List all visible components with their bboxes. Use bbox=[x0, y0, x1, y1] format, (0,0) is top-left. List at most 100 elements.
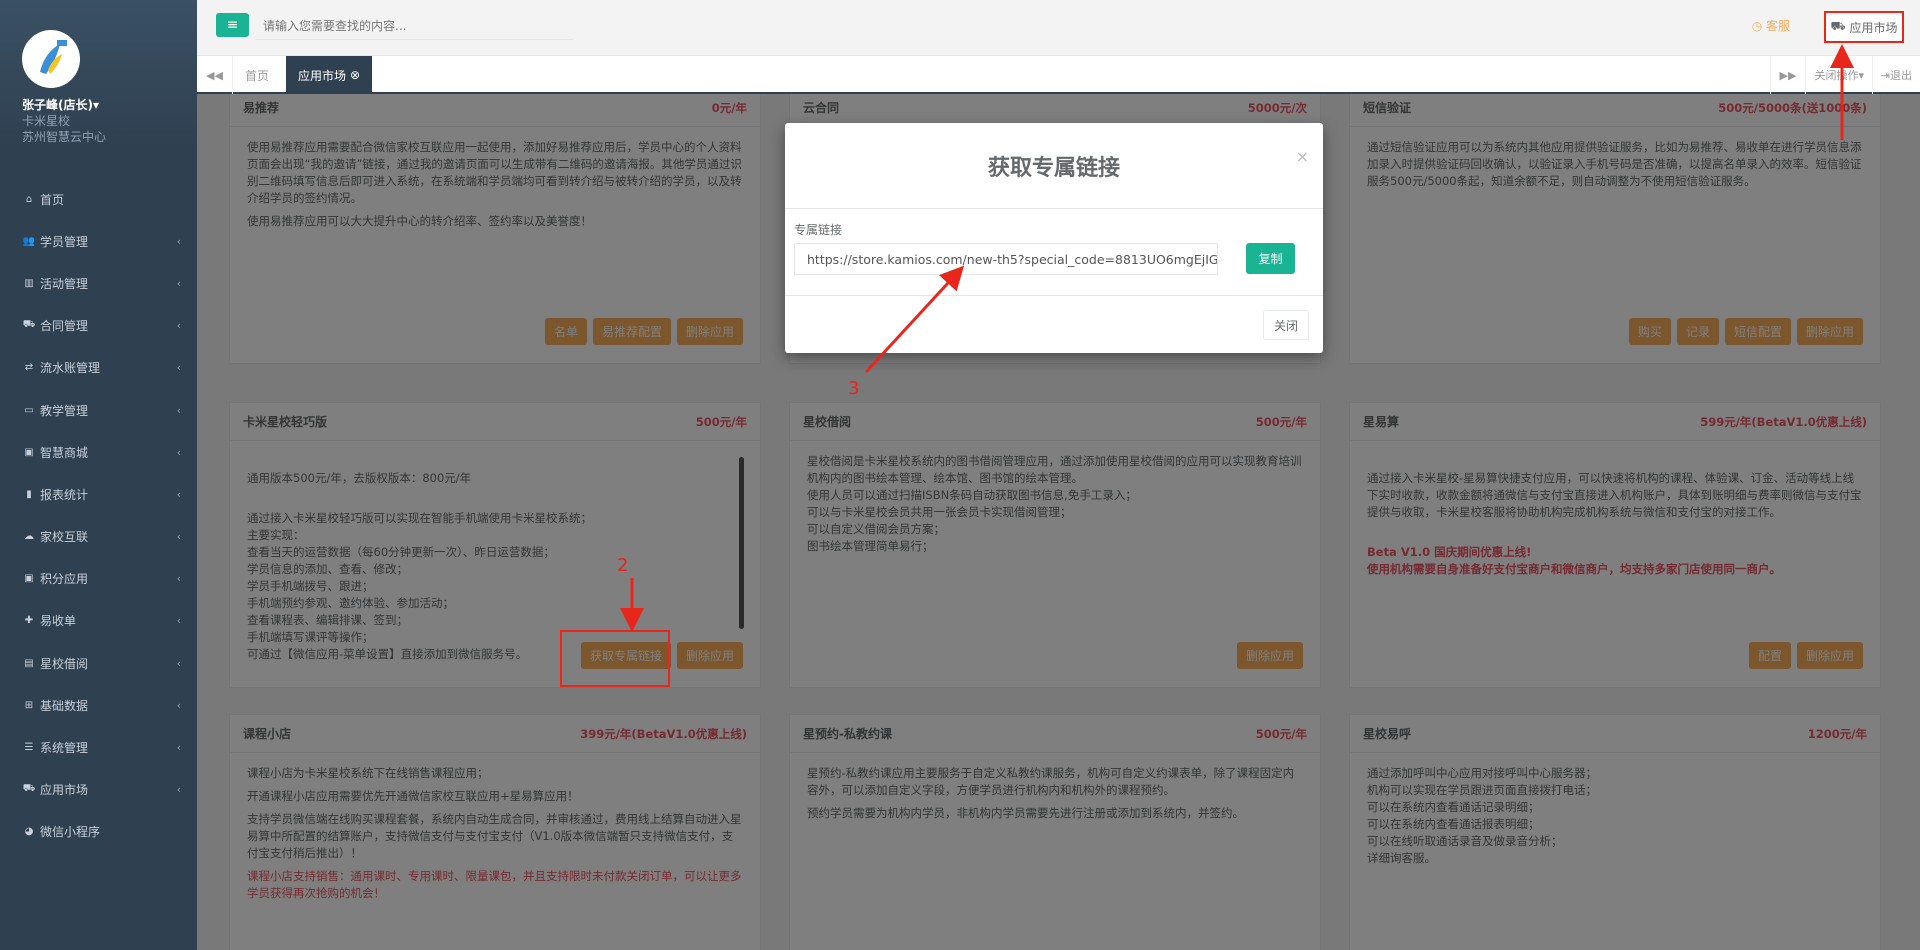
close-tab-icon[interactable]: ⊗ bbox=[350, 68, 360, 82]
user-plus-icon: ✚ bbox=[24, 615, 34, 627]
link-field[interactable]: https://store.kamios.com/new-th5?special… bbox=[794, 243, 1218, 275]
sidebar-item-label: 流水账管理 bbox=[40, 361, 101, 376]
sidebar-item-label: 应用市场 bbox=[40, 783, 89, 798]
app-market-link[interactable]: ⛟ 应用市场 bbox=[1824, 11, 1904, 43]
inbox-icon: ▣ bbox=[24, 573, 34, 585]
sidebar-item-label: 活动管理 bbox=[40, 276, 89, 291]
profile-panel: 张子峰(店长)▾ 卡米星校 苏州智慧云中心 bbox=[0, 0, 197, 150]
copy-button[interactable]: 复制 bbox=[1246, 243, 1295, 274]
tab-label: 应用市场 bbox=[298, 68, 347, 83]
sidebar-item-library[interactable]: ▤ 星校借阅 ‹ bbox=[0, 642, 197, 684]
tab-label: 首页 bbox=[245, 68, 270, 83]
sidebar-item-home-school[interactable]: ☁ 家校互联 ‹ bbox=[0, 516, 197, 558]
sidebar-item-label: 合同管理 bbox=[40, 319, 89, 334]
sidebar-item-label: 教学管理 bbox=[40, 403, 89, 418]
modal-footer bbox=[785, 295, 1323, 296]
sitemap-icon: ⊞ bbox=[24, 699, 34, 711]
wechat-icon: ◕ bbox=[24, 826, 34, 838]
forward-icon: ▶▶ bbox=[1779, 68, 1797, 82]
sidebar-item-label: 学员管理 bbox=[40, 234, 89, 249]
sidebar-item-label: 首页 bbox=[40, 192, 65, 207]
sidebar-item-base-data[interactable]: ⊞ 基础数据 ‹ bbox=[0, 684, 197, 726]
link-label: 专属链接 bbox=[794, 223, 843, 237]
backward-icon: ◀◀ bbox=[206, 68, 223, 82]
cart-icon: ⛟ bbox=[22, 319, 36, 331]
chevron-left-icon: ‹ bbox=[176, 361, 181, 375]
avatar[interactable] bbox=[22, 30, 80, 88]
menu-toggle-button[interactable]: ≡ bbox=[216, 13, 249, 37]
tab-scroll-right-button[interactable]: ▶▶ bbox=[1770, 56, 1806, 94]
clock-icon: ◷ bbox=[1751, 19, 1766, 33]
sidebar-item-label: 系统管理 bbox=[40, 741, 89, 756]
close-icon[interactable]: × bbox=[1296, 147, 1309, 166]
users-icon: 👥 bbox=[22, 235, 36, 247]
chevron-left-icon: ‹ bbox=[176, 698, 181, 712]
caret-down-icon: ▾ bbox=[1858, 68, 1864, 82]
annotation-number: 3 bbox=[848, 378, 860, 399]
cart-icon: ⛟ bbox=[22, 783, 36, 795]
sidebar-item-students[interactable]: 👥 学员管理 ‹ bbox=[0, 220, 197, 262]
search-input[interactable] bbox=[255, 12, 573, 40]
topbar: ≡ ◷ 客服 ⛟应用市场 bbox=[197, 0, 1920, 56]
sidebar-item-easy-order[interactable]: ✚ 易收单 ‹ bbox=[0, 600, 197, 642]
sidebar-item-mini-program[interactable]: ◕ 微信小程序 bbox=[0, 811, 197, 853]
close-operations-label: 关闭操作 bbox=[1814, 69, 1859, 82]
tab-scroll-left-button[interactable]: ◀◀ bbox=[197, 56, 233, 94]
chevron-left-icon: ‹ bbox=[176, 656, 181, 670]
sidebar-item-home[interactable]: ⌂ 首页 bbox=[0, 178, 197, 220]
close-button[interactable]: 关闭 bbox=[1263, 310, 1309, 340]
exclusive-link-modal: 获取专属链接 × 专属链接 https://store.kamios.com/n… bbox=[785, 123, 1323, 353]
chevron-left-icon: ‹ bbox=[176, 783, 181, 797]
sidebar-item-activities[interactable]: ▥ 活动管理 ‹ bbox=[0, 262, 197, 304]
center-name: 苏州智慧云中心 bbox=[22, 130, 107, 144]
sidebar-item-label: 基础数据 bbox=[40, 698, 89, 713]
sidebar-item-cashflow[interactable]: ⇄ 流水账管理 ‹ bbox=[0, 347, 197, 389]
close-operations-dropdown[interactable]: 关闭操作 ▾ bbox=[1805, 56, 1872, 94]
sidebar-item-system[interactable]: ☰ 系统管理 ‹ bbox=[0, 726, 197, 768]
sidebar-item-teaching[interactable]: ▭ 教学管理 ‹ bbox=[0, 389, 197, 431]
home-icon: ⌂ bbox=[25, 193, 33, 205]
sidebar-item-label: 易收单 bbox=[40, 614, 77, 629]
chevron-left-icon: ‹ bbox=[176, 319, 181, 333]
desktop-icon: ▭ bbox=[24, 404, 34, 416]
list-icon: ☰ bbox=[24, 742, 34, 754]
sidebar-item-label: 微信小程序 bbox=[40, 825, 101, 840]
logout-button[interactable]: ⇥ 退出 bbox=[1871, 56, 1920, 94]
sidebar-item-contracts[interactable]: ⛟ 合同管理 ‹ bbox=[0, 305, 197, 347]
bar-chart-icon: ▮ bbox=[26, 488, 32, 500]
sidebar-item-label: 报表统计 bbox=[40, 487, 89, 502]
user-name[interactable]: 张子峰(店长)▾ bbox=[22, 96, 197, 113]
chevron-left-icon: ‹ bbox=[176, 487, 181, 501]
chevron-left-icon: ‹ bbox=[176, 572, 181, 586]
chevron-left-icon: ‹ bbox=[176, 445, 181, 459]
bars-icon: ≡ bbox=[226, 17, 239, 33]
inbox-icon: ▣ bbox=[24, 446, 34, 458]
sidebar-item-label: 星校借阅 bbox=[40, 656, 89, 671]
customer-service-link[interactable]: ◷ 客服 bbox=[1752, 17, 1790, 34]
tab-bar: ◀◀ 首页 应用市场 ⊗ ▶▶ 关闭操作 ▾ ⇥ 退出 bbox=[197, 56, 1920, 94]
logout-label: 退出 bbox=[1890, 69, 1912, 82]
sign-out-icon: ⇥ bbox=[1880, 68, 1890, 82]
tab-app-market[interactable]: 应用市场 ⊗ bbox=[286, 56, 373, 94]
app-market-label: 应用市场 bbox=[1849, 20, 1898, 35]
sidebar-item-points[interactable]: ▣ 积分应用 ‹ bbox=[0, 558, 197, 600]
map-icon: ▥ bbox=[24, 277, 34, 289]
retweet-icon: ⇄ bbox=[24, 362, 34, 374]
annotation-number: 2 bbox=[617, 555, 629, 576]
sidebar: 张子峰(店长)▾ 卡米星校 苏州智慧云中心 ⌂ 首页 👥 学员管理 ‹ ▥ 活动管理 ‹ … bbox=[0, 0, 197, 950]
customer-service-label: 客服 bbox=[1765, 19, 1790, 33]
sidebar-item-reports[interactable]: ▮ 报表统计 ‹ bbox=[0, 473, 197, 515]
chevron-left-icon: ‹ bbox=[176, 741, 181, 755]
chevron-left-icon: ‹ bbox=[176, 234, 181, 248]
sidebar-menu: ⌂ 首页 👥 学员管理 ‹ ▥ 活动管理 ‹ ⛟ 合同管理 ‹ ⇄ 流水账管理 ‹ ▭ 教学管理 ‹ … bbox=[0, 178, 197, 853]
highlight-box-get-link bbox=[560, 630, 670, 687]
tab-home[interactable]: 首页 bbox=[233, 56, 281, 94]
book-icon: ▤ bbox=[24, 657, 34, 669]
cloud-icon: ☁ bbox=[24, 531, 34, 543]
chevron-left-icon: ‹ bbox=[176, 403, 181, 417]
sidebar-item-mall[interactable]: ▣ 智慧商城 ‹ bbox=[0, 431, 197, 473]
chevron-left-icon: ‹ bbox=[176, 276, 181, 290]
chevron-left-icon: ‹ bbox=[176, 530, 181, 544]
cart-icon: ⛟ bbox=[1830, 19, 1846, 33]
sidebar-item-app-market[interactable]: ⛟ 应用市场 ‹ bbox=[0, 769, 197, 811]
